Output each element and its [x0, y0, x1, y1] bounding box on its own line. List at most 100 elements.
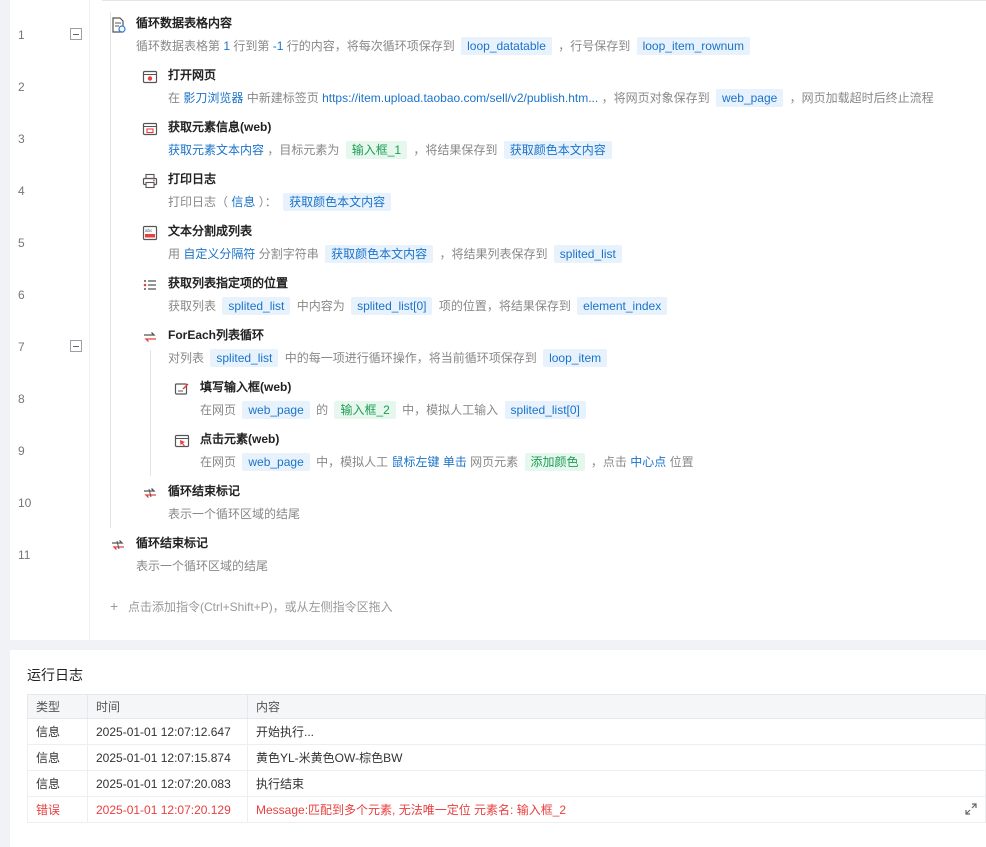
element-tag[interactable]: 输入框_1: [345, 140, 408, 159]
log-type: 信息: [27, 770, 88, 797]
desc-text: 循环数据表格第: [136, 38, 221, 53]
element-tag[interactable]: 输入框_2: [334, 400, 396, 419]
desc-text: 项的位置，将结果保存到: [438, 298, 571, 313]
fill-input-icon: [174, 383, 189, 395]
loop-end-icon: [112, 540, 124, 550]
desc-text: 对列表: [168, 350, 205, 365]
step-foreach-loop[interactable]: ForEach列表循环 对列表 splited_list 中的每一项进行循环操作…: [142, 327, 942, 379]
svg-text:abc: abc: [145, 228, 153, 233]
table-header-row: 类型 时间 内容: [27, 694, 986, 719]
run-log-panel: 运行日志 类型 时间 内容 信息 2025-01-01 12:07:12.647…: [10, 650, 986, 847]
step-fill-input[interactable]: 填写输入框(web) 在网页 web_page 的 输入框_2 中，模拟人工输入…: [174, 379, 954, 431]
start-row-value[interactable]: 1: [223, 39, 230, 53]
variable-tag[interactable]: splited_list: [210, 348, 279, 367]
variable-tag[interactable]: loop_item: [543, 348, 608, 367]
variable-tag[interactable]: 获取颜色本文内容: [325, 244, 434, 263]
step-title: 打印日志: [168, 172, 217, 186]
step-title: 循环结束标记: [136, 536, 209, 550]
log-type: 信息: [27, 744, 88, 771]
step-title: 循环数据表格内容: [136, 16, 233, 30]
step-description: 在网页 web_page 的 输入框_2 中，模拟人工输入 splited_li…: [200, 399, 589, 420]
column-header-content: 内容: [247, 694, 986, 719]
add-command-hint[interactable]: + 点击添加指令(Ctrl+Shift+P)，或从左侧指令区拖入: [110, 598, 393, 615]
desc-text: 在网页: [200, 454, 237, 469]
desc-text: 中内容为: [296, 298, 345, 313]
step-description: 表示一个循环区域的结尾: [136, 555, 268, 576]
table-row-error[interactable]: 错误 2025-01-01 12:07:20.129 Message:匹配到多个…: [27, 796, 986, 823]
run-log-table: 类型 时间 内容 信息 2025-01-01 12:07:12.647 开始执行…: [27, 694, 986, 823]
step-open-webpage[interactable]: 打开网页 在 影刀浏览器 中新建标签页 https://item.upload.…: [142, 67, 982, 119]
log-level-option[interactable]: 信息: [231, 195, 255, 209]
step-loop-end-outer[interactable]: 循环结束标记 表示一个循环区域的结尾: [110, 535, 510, 587]
loop-end-icon: [144, 488, 156, 498]
desc-text: ）：: [258, 194, 277, 209]
table-row[interactable]: 信息 2025-01-01 12:07:12.647 开始执行...: [27, 718, 986, 745]
variable-tag[interactable]: splited_list: [553, 244, 622, 263]
line-number: 4: [18, 184, 25, 198]
line-number: 5: [18, 236, 25, 250]
line-number: 8: [18, 392, 25, 406]
variable-tag[interactable]: web_page: [242, 400, 310, 419]
step-print-log[interactable]: 打印日志 打印日志（ 信息 ）： 获取颜色本文内容: [142, 171, 942, 223]
table-row[interactable]: 信息 2025-01-01 12:07:15.874 黄色YL-米黄色OW-棕色…: [27, 744, 986, 771]
variable-tag[interactable]: web_page: [242, 452, 310, 471]
desc-text: 行的内容，将每次循环项保存到: [286, 38, 455, 53]
variable-tag[interactable]: splited_list[0]: [351, 296, 433, 315]
step-title: 循环结束标记: [168, 484, 241, 498]
list-index-icon: [143, 280, 156, 290]
expand-icon[interactable]: [965, 803, 977, 815]
step-title: 获取列表指定项的位置: [168, 276, 289, 290]
operation-option[interactable]: 获取元素文本内容: [168, 143, 264, 157]
click-type-option[interactable]: 单击: [443, 455, 467, 469]
variable-tag[interactable]: 获取颜色本文内容: [283, 192, 392, 211]
desc-text: 表示一个循环区域的结尾: [168, 506, 301, 521]
desc-text: ，将结果保存到: [413, 142, 498, 157]
desc-text: ，行号保存到: [558, 38, 631, 53]
add-command-text: 点击添加指令(Ctrl+Shift+P)，或从左侧指令区拖入: [128, 600, 393, 614]
step-list-index[interactable]: 获取列表指定项的位置 获取列表 splited_list 中内容为 splite…: [142, 275, 942, 327]
mouse-button-option[interactable]: 鼠标左键: [391, 455, 439, 469]
variable-tag[interactable]: loop_item_rownum: [636, 36, 750, 55]
log-content: 开始执行...: [247, 718, 986, 745]
line-number: 10: [18, 496, 32, 510]
end-row-value[interactable]: -1: [273, 39, 284, 53]
browser-option[interactable]: 影刀浏览器: [183, 91, 243, 105]
variable-tag[interactable]: splited_list[0]: [504, 400, 586, 419]
print-log-icon: [142, 173, 158, 189]
variable-tag[interactable]: web_page: [715, 88, 784, 107]
click-position-option[interactable]: 中心点: [630, 455, 666, 469]
desc-text: 用: [168, 246, 181, 261]
line-number: 6: [18, 288, 25, 302]
desc-text: ，将结果列表保存到: [439, 246, 548, 261]
desc-text: 分割字符串: [258, 246, 319, 261]
separator-option[interactable]: 自定义分隔符: [183, 247, 255, 261]
desc-text: ，点击: [590, 454, 627, 469]
desc-text: ，目标元素为: [267, 142, 340, 157]
variable-tag[interactable]: splited_list: [222, 296, 291, 315]
variable-tag[interactable]: 获取颜色本文内容: [503, 140, 612, 159]
table-row[interactable]: 信息 2025-01-01 12:07:20.083 执行结束: [27, 770, 986, 797]
step-loop-end-inner[interactable]: 循环结束标记 表示一个循环区域的结尾: [142, 483, 542, 535]
collapse-toggle-line-7[interactable]: [70, 340, 82, 352]
desc-text: 获取列表: [168, 298, 217, 313]
step-loop-datatable[interactable]: 循环数据表格内容 循环数据表格第 1 行到第 -1 行的内容，将每次循环项保存到…: [110, 15, 970, 67]
step-get-element-info[interactable]: 获取元素信息(web) 获取元素文本内容 ，目标元素为 输入框_1 ，将结果保存…: [142, 119, 942, 171]
variable-tag[interactable]: element_index: [577, 296, 668, 315]
step-click-element[interactable]: 点击元素(web) 在网页 web_page 中，模拟人工 鼠标左键 单击 网页…: [174, 431, 974, 483]
log-content-cell: Message:匹配到多个元素, 无法唯一定位 元素名: 输入框_2: [247, 796, 986, 823]
plus-icon: +: [110, 598, 119, 614]
log-type: 错误: [27, 796, 88, 823]
desc-text: 位置: [669, 454, 694, 469]
log-content: Message:匹配到多个元素, 无法唯一定位 元素名: 输入框_2: [256, 803, 567, 817]
element-tag[interactable]: 添加颜色: [524, 452, 585, 471]
line-number: 2: [18, 80, 25, 94]
line-gutter: [10, 0, 90, 640]
step-title: ForEach列表循环: [168, 328, 265, 342]
step-title: 点击元素(web): [200, 432, 280, 446]
url-value[interactable]: https://item.upload.taobao.com/sell/v2/p…: [322, 91, 598, 105]
get-element-info-icon: [142, 122, 158, 136]
collapse-toggle-line-1[interactable]: [70, 28, 82, 40]
step-split-text[interactable]: abc 文本分割成列表 用 自定义分隔符 分割字符串 获取颜色本文内容 ，将结果…: [142, 223, 942, 275]
variable-tag[interactable]: loop_datatable: [461, 36, 552, 55]
desc-text: 表示一个循环区域的结尾: [136, 558, 269, 573]
